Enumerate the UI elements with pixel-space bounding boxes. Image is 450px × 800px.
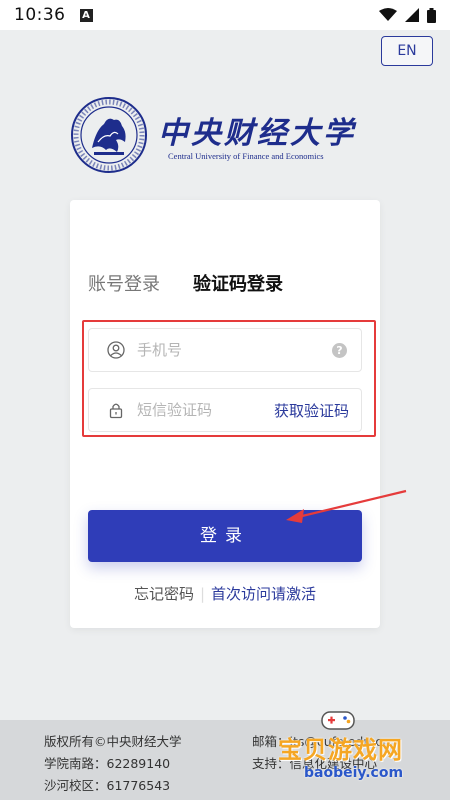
link-separator: |	[199, 585, 206, 603]
watermark-text: 宝贝游戏网	[278, 736, 403, 764]
forgot-password-link[interactable]: 忘记密码	[134, 585, 194, 603]
input-highlight-box	[82, 320, 376, 437]
footer-shahe-phone: 沙河校区：61776543	[44, 778, 171, 793]
annotation-arrow-icon	[286, 489, 407, 523]
language-toggle-button[interactable]: EN	[381, 36, 433, 66]
battery-icon	[427, 7, 436, 23]
watermark: 宝贝游戏网 baobeiy.com	[278, 708, 438, 796]
watermark-url: baobeiy.com	[304, 765, 404, 781]
auxiliary-links: 忘记密码 | 首次访问请激活	[70, 583, 380, 604]
signal-icon	[405, 8, 419, 22]
university-name-cn: 中央财经大学	[158, 116, 356, 151]
footer-nanlu-phone: 学院南路：62289140	[44, 756, 171, 771]
university-name-en: Central University of Finance and Econom…	[168, 151, 324, 161]
tab-sms-code-login[interactable]: 验证码登录	[193, 270, 283, 296]
notification-icon: A	[79, 8, 93, 22]
status-icons	[379, 7, 436, 23]
footer-copyright: 版权所有©中央财经大学	[44, 734, 182, 749]
wifi-icon	[379, 8, 397, 21]
university-seal-logo	[71, 97, 147, 173]
status-time: 10:36	[14, 5, 66, 25]
gamepad-icon	[321, 711, 355, 730]
status-bar: 10:36 A	[0, 0, 450, 30]
first-visit-activate-link[interactable]: 首次访问请激活	[211, 585, 316, 603]
tab-account-login[interactable]: 账号登录	[88, 270, 160, 296]
